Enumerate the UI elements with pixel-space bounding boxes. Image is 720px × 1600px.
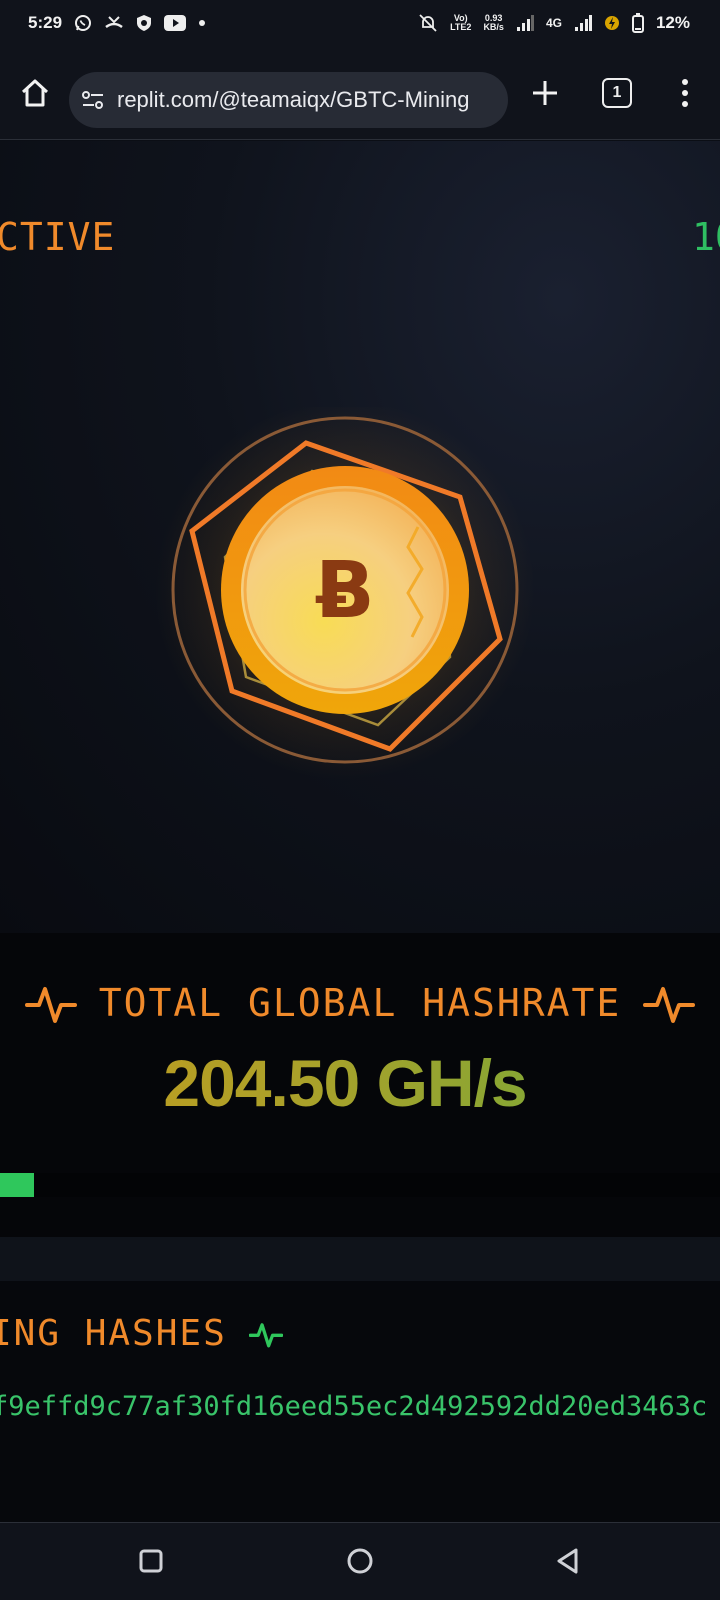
coin-symbol: Ƀ — [315, 546, 374, 636]
net-speed: 0.93 KB/s — [483, 14, 504, 32]
web-content: CTIVE 10 — [0, 141, 720, 1522]
shield-icon — [136, 14, 152, 32]
back-button[interactable] — [548, 1541, 588, 1581]
charging-icon — [604, 15, 620, 31]
hashrate-title: TOTAL GLOBAL HASHRATE — [98, 981, 622, 1025]
volte-bottom: LTE2 — [450, 22, 472, 32]
system-nav-bar — [0, 1522, 720, 1600]
net-speed-unit: KB/s — [483, 22, 504, 32]
status-label: CTIVE — [0, 215, 116, 259]
mining-hero: CTIVE 10 — [0, 141, 720, 933]
hash-value: f9effd9c77af30fd16eed55ec2d492592dd20ed3… — [0, 1391, 708, 1422]
recents-button[interactable] — [131, 1541, 171, 1581]
pulse-icon — [248, 1322, 283, 1347]
whatsapp-icon — [74, 14, 92, 32]
address-bar[interactable]: replit.com/@teamaiqx/GBTC-Mining — [69, 72, 508, 128]
progress-fill — [0, 1173, 34, 1197]
volte-indicator: Vo) LTE2 — [450, 14, 471, 32]
hashes-title-row: ING HASHES — [0, 1313, 283, 1354]
battery-icon — [631, 13, 644, 33]
browser-toolbar: replit.com/@teamaiqx/GBTC-Mining 1 — [0, 46, 720, 140]
tab-count: 1 — [612, 84, 622, 101]
browser-menu-button[interactable] — [672, 76, 698, 110]
missed-call-icon — [104, 14, 124, 32]
square-icon — [139, 1549, 163, 1573]
pulse-icon — [643, 987, 696, 1023]
site-settings-icon[interactable] — [81, 88, 105, 112]
mining-hashes-panel: ING HASHES f9effd9c77af30fd16eed55ec2d49… — [0, 1281, 720, 1522]
section-divider — [0, 1237, 720, 1281]
hashrate-value: 204.50 GH/s — [0, 1045, 690, 1121]
dot-icon — [198, 19, 206, 27]
back-triangle-icon — [557, 1548, 578, 1574]
home-button[interactable] — [18, 76, 52, 110]
hashrate-panel: TOTAL GLOBAL HASHRATE 204.50 GH/s — [0, 933, 720, 1237]
home-icon — [21, 79, 49, 107]
signal-icon — [516, 15, 534, 31]
more-vert-icon — [682, 79, 688, 107]
hashrate-title-row: TOTAL GLOBAL HASHRATE — [0, 979, 720, 1027]
status-time: 5:29 — [28, 13, 63, 32]
circle-icon — [347, 1548, 373, 1574]
network-type: 4G — [545, 16, 562, 30]
hashes-title: ING HASHES — [0, 1313, 227, 1354]
bitcoin-coin-icon: Ƀ — [155, 407, 535, 780]
url-text[interactable]: replit.com/@teamaiqx/GBTC-Mining — [117, 87, 469, 113]
new-tab-button[interactable] — [528, 76, 562, 110]
status-counter: 10 — [692, 215, 720, 259]
youtube-icon — [164, 15, 187, 31]
mute-icon — [418, 13, 438, 33]
pulse-icon — [24, 987, 77, 1023]
tab-switcher-button[interactable]: 1 — [602, 78, 632, 108]
signal-icon — [574, 15, 592, 31]
battery-percent: 12% — [655, 13, 690, 32]
home-nav-button[interactable] — [340, 1541, 380, 1581]
hashrate-progress-bar — [0, 1173, 720, 1197]
status-bar: 5:29 Vo) LTE2 0.93 KB/s 4G 12% — [0, 0, 720, 46]
plus-icon — [533, 81, 557, 105]
